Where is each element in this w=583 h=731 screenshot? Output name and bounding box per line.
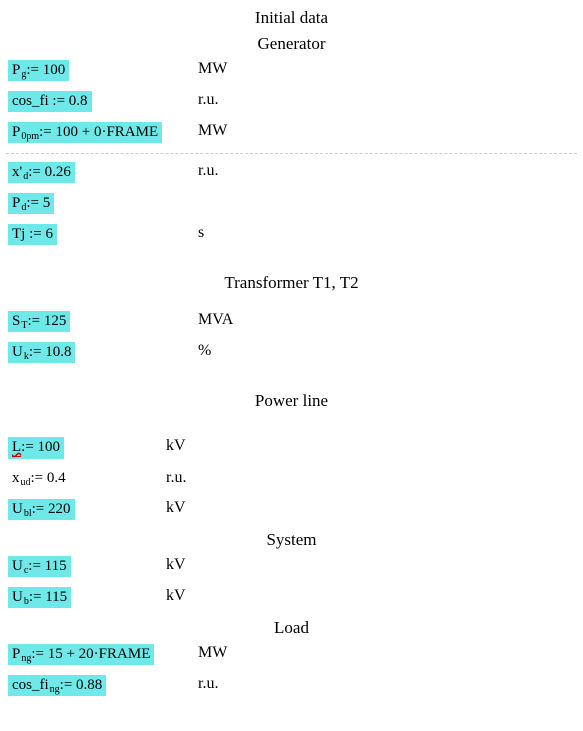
xd-expr: := 0.26 — [28, 163, 71, 181]
row-cosfi-ng: cos_fing := 0.88 r.u. — [6, 675, 577, 696]
uc-base: U — [12, 557, 23, 575]
title-initial-data: Initial data — [6, 8, 577, 28]
separator-dashed — [6, 153, 577, 154]
row-l: L := 100 kV — [6, 437, 577, 459]
row-tj: Tj := 6 s — [6, 224, 577, 245]
uk-base: U — [12, 343, 23, 361]
expr-tj: Tj := 6 — [8, 224, 57, 245]
expr-uk: Uk := 10.8 — [8, 342, 75, 363]
row-png: Png := 15 + 20·FRAME MW — [6, 644, 577, 665]
cosfing-unit: r.u. — [198, 675, 218, 693]
row-xud: xud := 0.4 r.u. — [6, 469, 577, 489]
ub-unit: kV — [166, 587, 186, 605]
uk-sub: k — [24, 351, 29, 363]
cosfi-label: cos_fi := 0.8 — [12, 92, 88, 110]
title-transformer: Transformer T1, T2 — [6, 273, 577, 293]
expr-l: L := 100 — [8, 437, 64, 459]
title-powerline: Power line — [6, 391, 577, 411]
st-sub: T — [21, 320, 27, 332]
expr-pd: Pd := 5 — [8, 193, 54, 214]
p0pm-unit: MW — [198, 122, 227, 140]
row-xd: x'd := 0.26 r.u. — [6, 162, 577, 183]
png-sub: ng — [21, 653, 31, 665]
cosfing-expr: := 0.88 — [60, 676, 103, 694]
p0pm-expr: := 100 + 0·FRAME — [39, 123, 158, 141]
l-unit: kV — [166, 437, 186, 455]
ubl-expr: := 220 — [32, 500, 71, 518]
ub-sub: b — [24, 596, 29, 608]
ubl-sub: bl — [24, 508, 32, 520]
xd-sub: d — [23, 171, 28, 183]
uc-expr: := 115 — [28, 557, 66, 575]
png-expr: := 15 + 20·FRAME — [31, 645, 150, 663]
row-st: ST := 125 MVA — [6, 311, 577, 332]
p0pm-base: P — [12, 123, 20, 141]
pg-unit: MW — [198, 60, 227, 78]
expr-st: ST := 125 — [8, 311, 70, 332]
row-ubl: Ubl := 220 kV — [6, 499, 577, 520]
expr-cosfi-ng: cos_fing := 0.88 — [8, 675, 106, 696]
row-pd: Pd := 5 — [6, 193, 577, 214]
uk-expr: := 10.8 — [29, 343, 72, 361]
expr-xd: x'd := 0.26 — [8, 162, 75, 183]
pd-base: P — [12, 194, 20, 212]
row-cosfi: cos_fi := 0.8 r.u. — [6, 91, 577, 112]
pg-base: P — [12, 61, 20, 79]
expr-ubl: Ubl := 220 — [8, 499, 75, 520]
row-uk: Uk := 10.8 % — [6, 342, 577, 363]
uc-sub: c — [24, 565, 28, 577]
xud-expr: := 0.4 — [31, 470, 66, 487]
xd-base: x' — [12, 163, 22, 181]
cosfing-sub: ng — [50, 684, 60, 696]
cosfing-base: cos_fi — [12, 676, 49, 694]
pg-sub: g — [21, 69, 26, 81]
l-expr: := 100 — [21, 438, 60, 456]
row-p0pm: P0pm := 100 + 0·FRAME MW — [6, 122, 577, 143]
row-pg: Pg := 100 MW — [6, 60, 577, 81]
ubl-base: U — [12, 500, 23, 518]
expr-ub: Ub := 115 — [8, 587, 71, 608]
cosfi-unit: r.u. — [198, 91, 218, 109]
title-generator: Generator — [6, 34, 577, 54]
xud-base: x — [12, 470, 20, 487]
png-base: P — [12, 645, 20, 663]
p0pm-sub: 0pm — [21, 131, 39, 143]
uc-unit: kV — [166, 556, 186, 574]
st-expr: := 125 — [27, 312, 66, 330]
uk-unit: % — [198, 342, 211, 360]
row-uc: Uc := 115 kV — [6, 556, 577, 577]
st-unit: MVA — [198, 311, 233, 329]
expr-cosfi: cos_fi := 0.8 — [8, 91, 92, 112]
title-load: Load — [6, 618, 577, 638]
tj-label: Tj := 6 — [12, 225, 53, 243]
xud-sub: ud — [21, 477, 31, 488]
ub-base: U — [12, 588, 23, 606]
ubl-unit: kV — [166, 499, 186, 517]
png-unit: MW — [198, 644, 227, 662]
tj-unit: s — [198, 224, 204, 242]
expr-xud: xud := 0.4 — [8, 469, 70, 489]
ub-expr: := 115 — [29, 588, 67, 606]
expr-png: Png := 15 + 20·FRAME — [8, 644, 154, 665]
expr-uc: Uc := 115 — [8, 556, 71, 577]
title-system: System — [6, 530, 577, 550]
pd-expr: := 5 — [26, 194, 50, 212]
row-ub: Ub := 115 kV — [6, 587, 577, 608]
pd-sub: d — [21, 202, 26, 214]
pg-expr: := 100 — [26, 61, 65, 79]
expr-pg: Pg := 100 — [8, 60, 69, 81]
st-base: S — [12, 312, 20, 330]
xud-unit: r.u. — [166, 469, 186, 487]
xd-unit: r.u. — [198, 162, 218, 180]
expr-p0pm: P0pm := 100 + 0·FRAME — [8, 122, 162, 143]
l-base: L — [12, 438, 21, 457]
